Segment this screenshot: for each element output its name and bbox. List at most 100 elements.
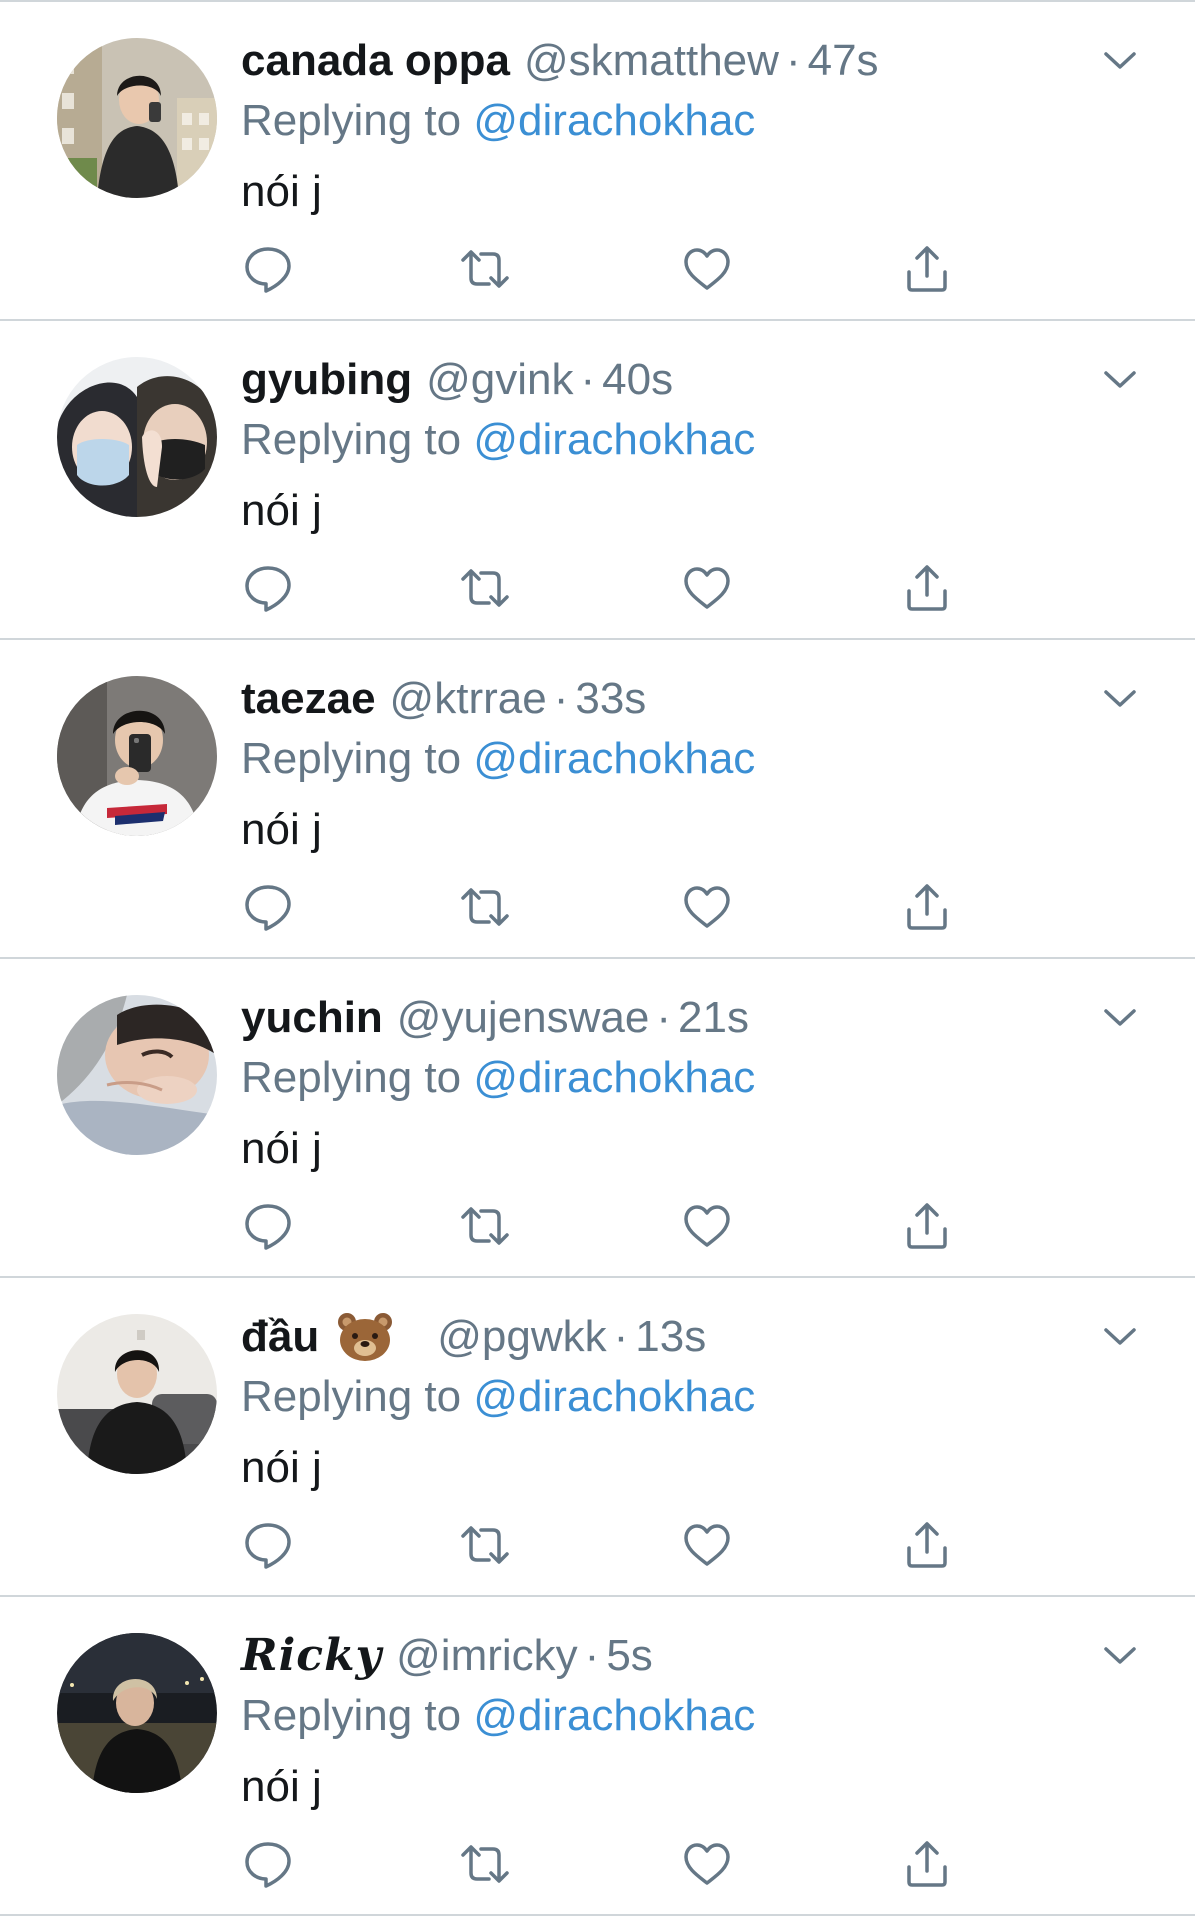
reply-icon	[245, 1523, 291, 1569]
timestamp[interactable]: 13s	[635, 1308, 706, 1366]
chevron-down-icon[interactable]	[1100, 684, 1140, 714]
reply-feed: canada oppa @skmatthew · 47s Replying to…	[0, 0, 1195, 1920]
avatar[interactable]	[57, 1633, 217, 1793]
retweet-button[interactable]	[458, 1199, 512, 1253]
timestamp[interactable]: 21s	[678, 989, 749, 1047]
replying-to-handle[interactable]: @dirachokhac	[473, 1372, 755, 1421]
tweet-actions	[0, 561, 1195, 621]
tweet[interactable]: taezae @ktrrae · 33s Replying to @dirach…	[0, 640, 1195, 959]
heart-icon	[684, 1205, 730, 1247]
replying-to: Replying to @dirachokhac	[241, 730, 755, 788]
reply-button[interactable]	[241, 880, 295, 934]
share-button[interactable]	[900, 242, 954, 296]
reply-icon	[245, 1842, 291, 1888]
retweet-icon	[461, 1207, 509, 1245]
timestamp[interactable]: 40s	[602, 351, 673, 409]
replying-to: Replying to @dirachokhac	[241, 1368, 755, 1426]
retweet-button[interactable]	[458, 880, 512, 934]
chevron-down-icon[interactable]	[1100, 1003, 1140, 1033]
avatar[interactable]	[57, 676, 217, 836]
tweet-actions	[0, 880, 1195, 940]
retweet-button[interactable]	[458, 561, 512, 615]
reply-button[interactable]	[241, 1837, 295, 1891]
like-button[interactable]	[680, 242, 734, 296]
share-button[interactable]	[900, 1837, 954, 1891]
share-icon	[907, 1841, 947, 1887]
chevron-down-icon[interactable]	[1100, 1641, 1140, 1671]
heart-icon	[684, 1524, 730, 1566]
avatar[interactable]	[57, 1314, 217, 1474]
separator-dot: ·	[553, 674, 569, 723]
display-name[interactable]: đầu	[241, 1308, 319, 1366]
user-handle[interactable]: @yujenswae	[397, 989, 650, 1047]
avatar[interactable]	[57, 995, 217, 1155]
reply-button[interactable]	[241, 1518, 295, 1572]
replying-to: Replying to @dirachokhac	[241, 1687, 755, 1745]
reply-button[interactable]	[241, 242, 295, 296]
user-handle[interactable]: @skmatthew	[524, 32, 779, 90]
chevron-down-icon[interactable]	[1100, 46, 1140, 76]
tweet[interactable]: gyubing @gvink · 40s Replying to @dirach…	[0, 321, 1195, 640]
display-name[interactable]: gyubing	[241, 351, 412, 409]
replying-to-handle[interactable]: @dirachokhac	[473, 734, 755, 783]
like-button[interactable]	[680, 1199, 734, 1253]
replying-to-handle[interactable]: @dirachokhac	[473, 1691, 755, 1740]
replying-to-handle[interactable]: @dirachokhac	[473, 96, 755, 145]
retweet-button[interactable]	[458, 1837, 512, 1891]
like-button[interactable]	[680, 1518, 734, 1572]
chevron-down-icon[interactable]	[1100, 365, 1140, 395]
user-handle[interactable]: @ktrrae	[390, 670, 547, 728]
display-name[interactable]: Ricky	[241, 1627, 382, 1685]
like-button[interactable]	[680, 1837, 734, 1891]
display-name[interactable]: canada oppa	[241, 32, 510, 90]
user-handle[interactable]: @pgwkk	[437, 1308, 606, 1366]
like-button[interactable]	[680, 561, 734, 615]
timestamp[interactable]: 5s	[606, 1627, 652, 1685]
chevron-down-icon[interactable]	[1100, 1322, 1140, 1352]
tweet-text: nói j	[241, 1762, 322, 1811]
like-button[interactable]	[680, 880, 734, 934]
retweet-button[interactable]	[458, 242, 512, 296]
separator-dot: ·	[580, 355, 596, 404]
replying-to-handle[interactable]: @dirachokhac	[473, 415, 755, 464]
display-name[interactable]: yuchin	[241, 989, 383, 1047]
retweet-button[interactable]	[458, 1518, 512, 1572]
share-button[interactable]	[900, 561, 954, 615]
reply-button[interactable]	[241, 1199, 295, 1253]
user-handle[interactable]: @imricky	[396, 1627, 578, 1685]
share-button[interactable]	[900, 1518, 954, 1572]
replying-to-label: Replying to	[241, 415, 462, 464]
replying-to: Replying to @dirachokhac	[241, 92, 755, 150]
tweet[interactable]: yuchin @yujenswae · 21s Replying to @dir…	[0, 959, 1195, 1278]
heart-icon	[684, 886, 730, 928]
tweet-text: nói j	[241, 1443, 322, 1492]
tweet-text: nói j	[241, 805, 322, 854]
reply-icon	[245, 566, 291, 612]
tweet-header: taezae @ktrrae · 33s	[241, 670, 646, 728]
tweet[interactable]: đầu @pgwkk · 13s Replying to @dirachokha…	[0, 1278, 1195, 1597]
retweet-icon	[461, 888, 509, 926]
separator-dot: ·	[584, 1631, 600, 1680]
reply-icon	[245, 885, 291, 931]
tweet-text: nói j	[241, 486, 322, 535]
retweet-icon	[461, 1526, 509, 1564]
share-button[interactable]	[900, 880, 954, 934]
tweet-text: nói j	[241, 167, 322, 216]
heart-icon	[684, 567, 730, 609]
timestamp[interactable]: 47s	[808, 32, 879, 90]
tweet[interactable]: canada oppa @skmatthew · 47s Replying to…	[0, 2, 1195, 321]
display-name[interactable]: taezae	[241, 670, 376, 728]
tweet-actions	[0, 242, 1195, 302]
reply-button[interactable]	[241, 561, 295, 615]
tweet[interactable]: Ricky @imricky · 5s Replying to @diracho…	[0, 1597, 1195, 1916]
heart-icon	[684, 248, 730, 290]
replying-to-label: Replying to	[241, 96, 462, 145]
share-icon	[907, 246, 947, 292]
replying-to-handle[interactable]: @dirachokhac	[473, 1053, 755, 1102]
replying-to-label: Replying to	[241, 1053, 462, 1102]
share-button[interactable]	[900, 1199, 954, 1253]
avatar[interactable]	[57, 357, 217, 517]
avatar[interactable]	[57, 38, 217, 198]
user-handle[interactable]: @gvink	[426, 351, 573, 409]
timestamp[interactable]: 33s	[575, 670, 646, 728]
